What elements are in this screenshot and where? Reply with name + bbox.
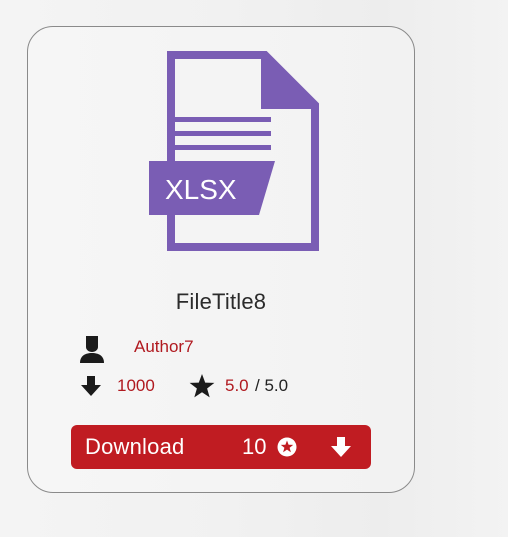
star-icon (189, 374, 215, 398)
file-card: XLSX FileTitle8 Author7 1000 5.0 / 5.0 D… (27, 26, 415, 493)
rating-value: 5.0 (225, 376, 249, 395)
rating-max: / 5.0 (255, 376, 289, 395)
download-arrow-icon (331, 437, 351, 457)
download-button[interactable]: Download 10 (71, 425, 371, 469)
stats-row: 1000 5.0 / 5.0 (79, 373, 379, 399)
author-name[interactable]: Author7 (134, 337, 194, 357)
download-count: 1000 (117, 376, 155, 395)
xlsx-file-icon: XLSX (149, 51, 319, 251)
file-title: FileTitle8 (175, 289, 267, 314)
download-button-label: Download (85, 434, 185, 459)
file-type-label: XLSX (165, 174, 237, 205)
download-arrow-icon (81, 376, 101, 396)
user-icon (80, 336, 104, 363)
download-cost: 10 (242, 434, 267, 459)
coin-star-icon (277, 437, 297, 457)
